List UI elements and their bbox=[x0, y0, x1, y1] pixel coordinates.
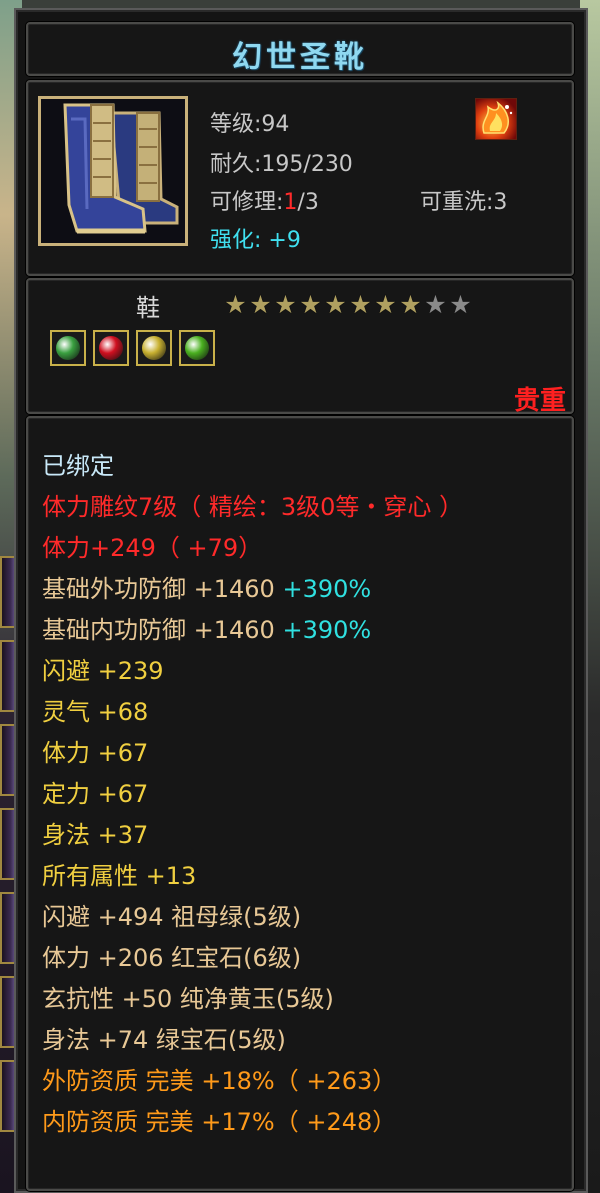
quality-line: 外防资质 完美 +18%（ +263） bbox=[42, 1067, 397, 1095]
item-repair-count: 可修理:1/3 bbox=[210, 184, 319, 216]
star-filled-icon: ★ bbox=[224, 290, 247, 319]
outer-defense-line: 基础外功防御 +1460 +390% bbox=[42, 569, 463, 610]
star-filled-icon: ★ bbox=[349, 290, 372, 319]
star-filled-icon: ★ bbox=[274, 290, 297, 319]
gem-stone bbox=[142, 336, 166, 360]
gem-stone bbox=[56, 336, 80, 360]
item-type: 鞋 bbox=[136, 294, 160, 322]
inner-defense-pct: +390% bbox=[282, 616, 372, 644]
gem-stat-line: 身法 +74 绿宝石(5级) bbox=[42, 1026, 286, 1054]
repair-total: /3 bbox=[297, 190, 319, 215]
title-bar: 幻世圣靴 bbox=[26, 22, 574, 76]
gem-stat-line: 玄抗性 +50 纯净黄玉(5级) bbox=[42, 985, 334, 1013]
inner-defense-label: 基础内功防御 +1460 bbox=[42, 616, 283, 644]
item-tooltip: 幻世圣靴 等级:94 耐久:195/230 可修理:1/3 可重洗:3 强化: … bbox=[14, 8, 588, 1193]
item-rarity: 贵重 bbox=[513, 386, 566, 416]
quality-line: 内防资质 完美 +17%（ +248） bbox=[42, 1108, 397, 1136]
star-rating: ★ ★ ★ ★ ★ ★ ★ ★ ★ ★ bbox=[224, 292, 472, 318]
stamina-line: 体力 +67 bbox=[42, 739, 149, 767]
flame-badge-icon bbox=[475, 98, 517, 140]
emerald-gem-icon[interactable] bbox=[179, 330, 215, 366]
repair-used: 1 bbox=[283, 190, 298, 215]
gem-sockets bbox=[50, 330, 215, 366]
star-empty-icon: ★ bbox=[449, 290, 472, 319]
outer-defense-label: 基础外功防御 +1460 bbox=[42, 575, 283, 603]
engrave-line: 体力雕纹7级（ 精绘：3级0等・穿心 ） bbox=[42, 493, 464, 521]
spirit-line: 灵气 +68 bbox=[42, 698, 149, 726]
star-filled-icon: ★ bbox=[324, 290, 347, 319]
gem-stat-line: 闪避 +494 祖母绿(5级) bbox=[42, 903, 302, 931]
item-durability: 耐久:195/230 bbox=[210, 152, 353, 177]
attributes-section: 已绑定 体力雕纹7级（ 精绘：3级0等・穿心 ） 体力+249（ +79） 基础… bbox=[26, 416, 574, 1191]
gem-stone bbox=[185, 336, 209, 360]
item-enhance: 强化: +9 bbox=[210, 222, 301, 254]
outer-defense-pct: +390% bbox=[282, 575, 372, 603]
star-filled-icon: ★ bbox=[399, 290, 422, 319]
star-filled-icon: ★ bbox=[299, 290, 322, 319]
type-and-gems-section: 鞋 ★ ★ ★ ★ ★ ★ ★ ★ ★ ★ 贵重 bbox=[26, 278, 574, 416]
focus-line: 定力 +67 bbox=[42, 780, 149, 808]
gem-stat-line: 体力 +206 红宝石(6级) bbox=[42, 944, 302, 972]
enhance-value: +9 bbox=[268, 228, 301, 253]
repair-label: 可修理: bbox=[210, 190, 284, 215]
dodge-line: 闪避 +239 bbox=[42, 657, 164, 685]
attribute-list: 已绑定 体力雕纹7级（ 精绘：3级0等・穿心 ） 体力+249（ +79） 基础… bbox=[42, 446, 463, 1143]
engrave-stat-line: 体力+249（ +79） bbox=[42, 534, 263, 562]
item-info-section: 等级:94 耐久:195/230 可修理:1/3 可重洗:3 强化: +9 bbox=[26, 80, 574, 276]
inner-defense-line: 基础内功防御 +1460 +390% bbox=[42, 610, 463, 651]
star-empty-icon: ★ bbox=[424, 290, 447, 319]
enhance-label: 强化: bbox=[210, 228, 262, 253]
star-filled-icon: ★ bbox=[249, 290, 272, 319]
yellow-topaz-gem-icon[interactable] bbox=[136, 330, 172, 366]
blue-boots-icon bbox=[38, 96, 188, 246]
item-level: 等级:94 bbox=[210, 112, 290, 137]
star-filled-icon: ★ bbox=[374, 290, 397, 319]
agility-line: 身法 +37 bbox=[42, 821, 149, 849]
all-attributes-line: 所有属性 +13 bbox=[42, 862, 197, 890]
item-rewash-count: 可重洗:3 bbox=[420, 190, 508, 215]
bound-status: 已绑定 bbox=[42, 452, 114, 480]
ruby-gem-icon[interactable] bbox=[93, 330, 129, 366]
green-jade-gem-icon[interactable] bbox=[50, 330, 86, 366]
gem-stone bbox=[99, 336, 123, 360]
item-name: 幻世圣靴 bbox=[232, 40, 368, 75]
